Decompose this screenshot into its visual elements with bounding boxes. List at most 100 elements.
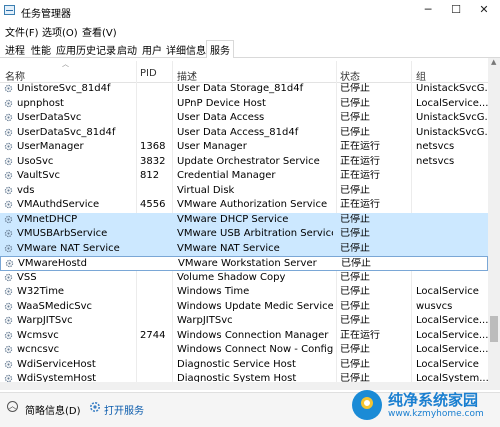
table-row[interactable]: VSS Volume Shadow Copy 已停止 — [0, 271, 488, 286]
close-button[interactable]: ✕ — [470, 2, 498, 18]
service-gear-icon — [4, 244, 13, 252]
tab-users[interactable]: 用户 — [142, 42, 162, 57]
menu-bar: 文件(F) 选项(O) 查看(V) — [0, 22, 500, 39]
vertical-scrollbar[interactable]: ▲ — [488, 58, 500, 390]
service-status: 已停止 — [340, 112, 370, 123]
service-group: netsvcs — [416, 155, 455, 167]
minimize-button[interactable]: ─ — [414, 2, 442, 18]
service-group: UnistackSvcG... — [416, 83, 488, 94]
table-row[interactable]: UsoSvc 3832 Update Orchestrator Service 正在运… — [0, 155, 488, 170]
service-gear-icon — [4, 84, 13, 93]
table-row[interactable]: W32Time Windows Time 已停止 LocalService — [0, 285, 488, 300]
service-status: 已停止 — [340, 83, 370, 94]
menu-file[interactable]: 文件(F) — [5, 24, 39, 39]
services-table: ︿ 名称 PID 描述 状态 组 UnistoreSvc_81d4f User D… — [0, 58, 500, 390]
service-name: WdiServiceHost — [17, 358, 96, 370]
service-name: VMnetDHCP — [17, 213, 78, 225]
gear-icon[interactable] — [89, 401, 101, 413]
service-gear-icon — [4, 142, 13, 151]
service-status: 已停止 — [340, 344, 370, 355]
service-gear-icon — [5, 259, 14, 268]
service-description: Windows Update Medic Service — [177, 300, 333, 312]
service-group: LocalService... — [416, 315, 488, 326]
service-gear-icon — [4, 316, 13, 325]
table-row[interactable]: UserManager 1368 User Manager 正在运行 netsvcs — [0, 140, 488, 155]
service-description: User Data Access — [177, 112, 265, 123]
table-row[interactable]: vds Virtual Disk 已停止 — [0, 184, 488, 199]
scroll-up-icon[interactable]: ▲ — [491, 58, 496, 66]
less-details-button[interactable]: 简略信息(D) — [25, 402, 81, 417]
column-header-name[interactable]: 名称 — [5, 68, 25, 83]
scrollbar-thumb[interactable] — [490, 316, 498, 342]
table-row[interactable]: VaultSvc 812 Credential Manager 正在运行 — [0, 169, 488, 184]
table-row[interactable]: Wcmsvc 2744 Windows Connection Manager 正在运行… — [0, 329, 488, 344]
service-name: WaaSMedicSvc — [17, 300, 93, 312]
table-row[interactable]: VMnetDHCP VMware DHCP Service 已停止 — [0, 212, 488, 227]
service-gear-icon — [4, 360, 13, 368]
service-gear-icon — [4, 171, 13, 180]
table-row[interactable]: WdiServiceHost Diagnostic Service Host 已停止… — [0, 358, 488, 373]
service-description: VMware NAT Service — [177, 242, 280, 254]
tab-details[interactable]: 详细信息 — [166, 42, 206, 57]
service-status: 已停止 — [340, 300, 370, 312]
watermark-name: 纯净系统家园 — [388, 391, 479, 409]
service-pid: 2744 — [140, 329, 166, 341]
tab-services[interactable]: 服务 — [206, 40, 234, 59]
tab-performance[interactable]: 性能 — [31, 42, 51, 57]
watermark-logo-icon — [352, 390, 382, 420]
title-bar: 任务管理器 ─ ☐ ✕ — [0, 0, 500, 22]
service-name: W32Time — [17, 286, 65, 297]
service-description: Virtual Disk — [177, 184, 235, 196]
table-row[interactable]: UserDataSvc_81d4f User Data Access_81d4f 已… — [0, 126, 488, 141]
menu-options[interactable]: 选项(O) — [42, 24, 78, 39]
service-status: 正在运行 — [340, 199, 380, 210]
table-row[interactable]: VMAuthdService 4556 VMware Authorization S… — [0, 198, 488, 213]
service-gear-icon — [4, 200, 13, 209]
table-row[interactable]: upnphost UPnP Device Host 已停止 LocalService.… — [0, 97, 488, 112]
tab-strip: 进程 性能 应用历史记录 启动 用户 详细信息 服务 — [0, 39, 500, 59]
service-status: 已停止 — [340, 184, 370, 196]
column-header-pid[interactable]: PID — [140, 68, 157, 79]
service-group: UnistackSvcG... — [416, 112, 488, 123]
table-row[interactable]: VMUSBArbService VMware USB Arbitration Se… — [0, 227, 488, 242]
service-group: LocalService... — [416, 344, 488, 355]
tab-startup[interactable]: 启动 — [117, 42, 137, 57]
service-gear-icon — [4, 99, 13, 107]
chevron-up-icon[interactable]: ︿ — [7, 401, 18, 412]
tab-app-history[interactable]: 应用历史记录 — [56, 42, 116, 57]
service-description: VMware USB Arbitration Service — [177, 228, 333, 239]
table-row[interactable]: WaaSMedicSvc Windows Update Medic Service… — [0, 300, 488, 315]
table-row[interactable]: wcncsvc Windows Connect Now - Config R...… — [0, 343, 488, 358]
window-title: 任务管理器 — [21, 9, 71, 20]
service-description: User Data Access_81d4f — [177, 126, 299, 138]
service-pid: 3832 — [140, 155, 166, 167]
service-description: VMware DHCP Service — [177, 213, 289, 225]
table-row[interactable]: WarpJITSvc WarpJITSvc 已停止 LocalService... — [0, 314, 488, 329]
menu-view[interactable]: 查看(V) — [82, 24, 117, 39]
table-row[interactable]: VMwareHostd VMware Workstation Server 已停止 — [0, 256, 488, 271]
table-row[interactable]: VMware NAT Service VMware NAT Service 已停止 — [0, 241, 488, 256]
service-name: WarpJITSvc — [17, 315, 73, 326]
open-services-link[interactable]: 打开服务 — [104, 402, 144, 417]
table-row[interactable]: UserDataSvc User Data Access 已停止 UnistackSv… — [0, 111, 488, 126]
service-status: 已停止 — [340, 271, 370, 283]
service-group: LocalService — [416, 358, 479, 370]
service-status: 已停止 — [340, 286, 370, 297]
service-gear-icon — [4, 287, 13, 296]
column-header-status[interactable]: 状态 — [340, 68, 360, 83]
service-group: wusvcs — [416, 300, 453, 312]
service-description: Diagnostic Service Host — [177, 358, 296, 370]
tab-processes[interactable]: 进程 — [5, 42, 25, 57]
service-description: WarpJITSvc — [177, 315, 233, 326]
column-header-description[interactable]: 描述 — [177, 68, 197, 83]
service-status: 已停止 — [340, 315, 370, 326]
service-status: 已停止 — [340, 358, 370, 370]
table-row[interactable]: UnistoreSvc_81d4f User Data Storage_81d4f… — [0, 82, 488, 97]
service-status: 已停止 — [340, 228, 370, 239]
service-description: UPnP Device Host — [177, 97, 266, 109]
service-name: UserDataSvc_81d4f — [17, 126, 116, 138]
column-header-group[interactable]: 组 — [416, 68, 426, 83]
maximize-button[interactable]: ☐ — [442, 2, 470, 18]
service-description: Windows Connection Manager — [177, 329, 329, 341]
service-description: Windows Connect Now - Config R... — [177, 344, 333, 355]
